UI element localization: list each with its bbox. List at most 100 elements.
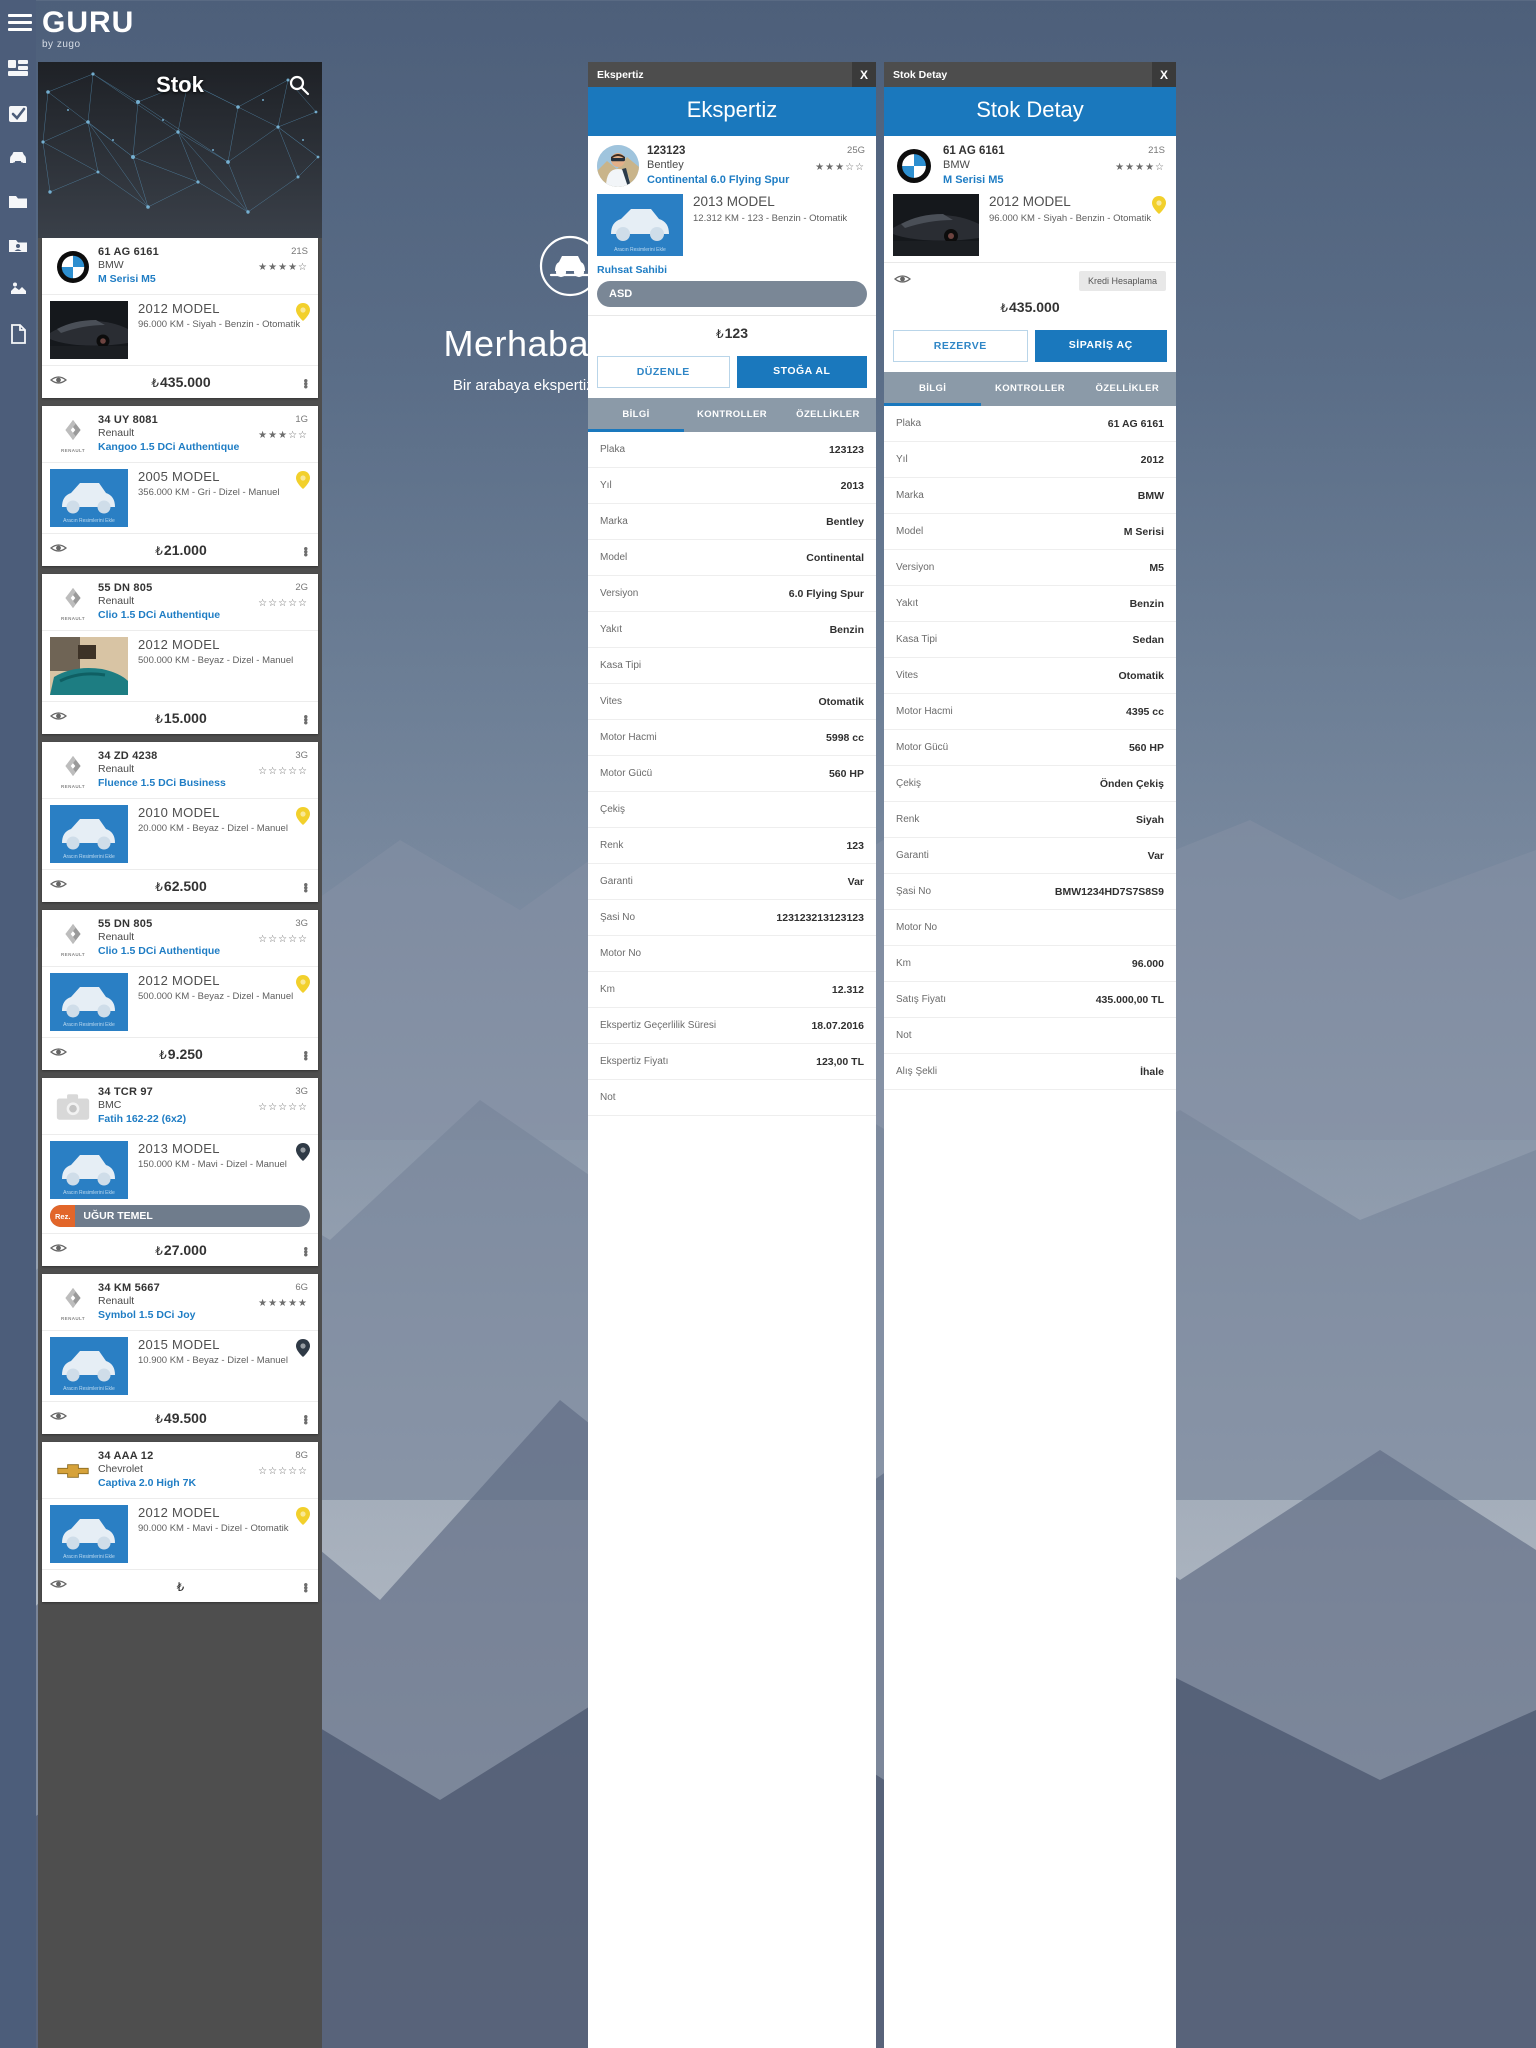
car-photo[interactable] [893,194,979,256]
info-key: Km [896,958,911,969]
hamburger-menu-icon[interactable] [8,8,32,35]
car-photo[interactable] [50,637,128,695]
stok-card-footer: ₺49.500 • • • [42,1401,318,1434]
ekspertiz-model[interactable]: Continental 6.0 Flying Spur [647,174,805,186]
more-options-icon[interactable]: • • • [292,1242,308,1261]
info-key: Versiyon [600,588,639,599]
stok-card-footer: ₺27.000 • • • [42,1233,318,1266]
model[interactable]: M Serisi M5 [98,273,250,285]
more-options-icon[interactable]: • • • [292,1410,308,1429]
more-options-icon[interactable]: • • • [292,710,308,729]
ekspertiz-price: 123 [724,325,748,341]
eye-icon[interactable] [49,373,70,391]
info-value: 18.07.2016 [811,1019,864,1032]
eye-icon[interactable] [49,1045,70,1063]
price: ₺62.500 [155,878,207,894]
stok-card-body: Aracın Resimlerini Ekle 2012 MODEL 90.00… [42,1498,318,1569]
stok-card[interactable]: RENAULT 34 UY 8081 Renault Kangoo 1.5 DC… [42,406,318,566]
car-photo-placeholder[interactable]: Aracın Resimlerini Ekle [50,469,128,527]
chevrolet-logo-icon [50,1450,96,1492]
eye-icon[interactable] [49,1241,70,1259]
stok-detay-tab-kontroller[interactable]: KONTROLLER [981,372,1078,406]
stok-card[interactable]: 34 AAA 12 Chevrolet Captiva 2.0 High 7K … [42,1442,318,1602]
duzenle-button[interactable]: DÜZENLE [597,356,730,388]
sidebar-item-dashboard[interactable] [8,60,28,80]
stok-card[interactable]: RENAULT 55 DN 805 Renault Clio 1.5 DCi A… [42,574,318,734]
info-value: 123,00 TL [816,1055,864,1068]
info-row: Marka BMW [884,478,1176,514]
rating: ★★★★☆ [258,262,308,273]
stok-card[interactable]: 34 TCR 97 BMC Fatih 162-22 (6x2) 3G ☆☆☆☆… [42,1078,318,1266]
stok-panel: Stok 61 AG 6161 BMW M Serisi M5 21S ★★★★… [38,62,322,2048]
car-photo-placeholder[interactable]: Aracın Resimlerini Ekle [50,1337,128,1395]
info-value: 2013 [840,479,864,492]
location-pin-icon [296,1143,310,1161]
info-row: Versiyon 6.0 Flying Spur [588,576,876,612]
stok-detay-brand: BMW [943,159,970,171]
stoga-al-button[interactable]: STOĞA AL [736,356,867,388]
stok-detay-rating: ★★★★☆ [1115,162,1165,173]
ekspertiz-tab-özelli̇kler[interactable]: ÖZELLİKLER [780,398,876,432]
stok-card[interactable]: RENAULT 34 ZD 4238 Renault Fluence 1.5 D… [42,742,318,902]
car-photo-placeholder[interactable]: Aracın Resimlerini Ekle [50,1505,128,1563]
stok-detay-year: 2012 MODEL [989,194,1071,209]
car-photo-placeholder[interactable]: Aracın Resimlerini Ekle [50,973,128,1031]
sidebar-item-folder[interactable] [8,192,28,212]
stok-detay-tab-özelli̇kler[interactable]: ÖZELLİKLER [1079,372,1176,406]
model-year: 2010 MODEL [138,805,220,820]
kredi-hesaplama-button[interactable]: Kredi Hesaplama [1078,271,1166,291]
info-value: Otomatik [1118,669,1164,682]
eye-icon[interactable] [893,272,916,290]
stok-card[interactable]: 61 AG 6161 BMW M Serisi M5 21S ★★★★☆ 201… [42,238,318,398]
currency-symbol: ₺ [1000,301,1009,315]
info-value: 12.312 [831,983,864,996]
stok-detay-model[interactable]: M Serisi M5 [943,174,1105,186]
ekspertiz-owner-field[interactable]: ASD [597,281,867,307]
info-value: 560 HP [1128,741,1164,754]
sidebar-item-tasks[interactable] [8,104,28,124]
close-icon[interactable]: X [852,62,876,87]
rezerve-button[interactable]: REZERVE [893,330,1028,362]
eye-icon[interactable] [49,877,70,895]
car-photo-placeholder[interactable]: Aracın Resimlerini Ekle [50,805,128,863]
sidebar-item-sales[interactable] [8,280,28,300]
stok-card-body: Aracın Resimlerini Ekle 2015 MODEL 10.90… [42,1330,318,1401]
more-options-icon[interactable]: • • • [292,878,308,897]
ekspertiz-tab-bi̇lgi̇[interactable]: BİLGİ [588,398,684,432]
sidebar-item-documents[interactable] [8,324,28,344]
model[interactable]: Clio 1.5 DCi Authentique [98,609,250,621]
stok-card[interactable]: RENAULT 34 KM 5667 Renault Symbol 1.5 DC… [42,1274,318,1434]
close-icon[interactable]: X [1152,62,1176,87]
model[interactable]: Kangoo 1.5 DCi Authentique [98,441,250,453]
model[interactable]: Fatih 162-22 (6x2) [98,1113,250,1125]
eye-icon[interactable] [49,709,70,727]
stok-card[interactable]: RENAULT 55 DN 805 Renault Clio 1.5 DCi A… [42,910,318,1070]
eye-icon[interactable] [49,541,70,559]
more-options-icon[interactable]: • • • [292,1578,308,1597]
info-row: Yıl 2012 [884,442,1176,478]
ekspertiz-tab-kontroller[interactable]: KONTROLLER [684,398,780,432]
sidebar-item-customers[interactable] [8,236,28,256]
plate: 34 UY 8081 [98,414,158,426]
eye-icon[interactable] [49,1577,70,1595]
model[interactable]: Fluence 1.5 DCi Business [98,777,250,789]
spec-line: 90.000 KM - Mavi - Dizel - Otomatik [138,1523,289,1534]
model[interactable]: Clio 1.5 DCi Authentique [98,945,250,957]
bmw-logo-icon [893,145,935,187]
more-options-icon[interactable]: • • • [292,374,308,393]
more-options-icon[interactable]: • • • [292,542,308,561]
stok-card-header: 34 AAA 12 Chevrolet Captiva 2.0 High 7K … [42,1442,318,1498]
car-photo-placeholder[interactable]: Aracın Resimlerini Ekle [50,1141,128,1199]
stok-title: Stok [156,72,204,97]
car-photo-placeholder[interactable]: Aracın Resimlerini Ekle [597,194,683,256]
siparis-ac-button[interactable]: SİPARİŞ AÇ [1034,330,1167,362]
model[interactable]: Symbol 1.5 DCi Joy [98,1309,250,1321]
eye-icon[interactable] [49,1409,70,1427]
sidebar-item-cars[interactable] [8,148,28,168]
more-options-icon[interactable]: • • • [292,1046,308,1065]
model[interactable]: Captiva 2.0 High 7K [98,1477,250,1489]
car-photo[interactable] [50,301,128,359]
search-icon[interactable] [288,74,310,96]
info-row: Model Continental [588,540,876,576]
stok-detay-tab-bi̇lgi̇[interactable]: BİLGİ [884,372,982,406]
